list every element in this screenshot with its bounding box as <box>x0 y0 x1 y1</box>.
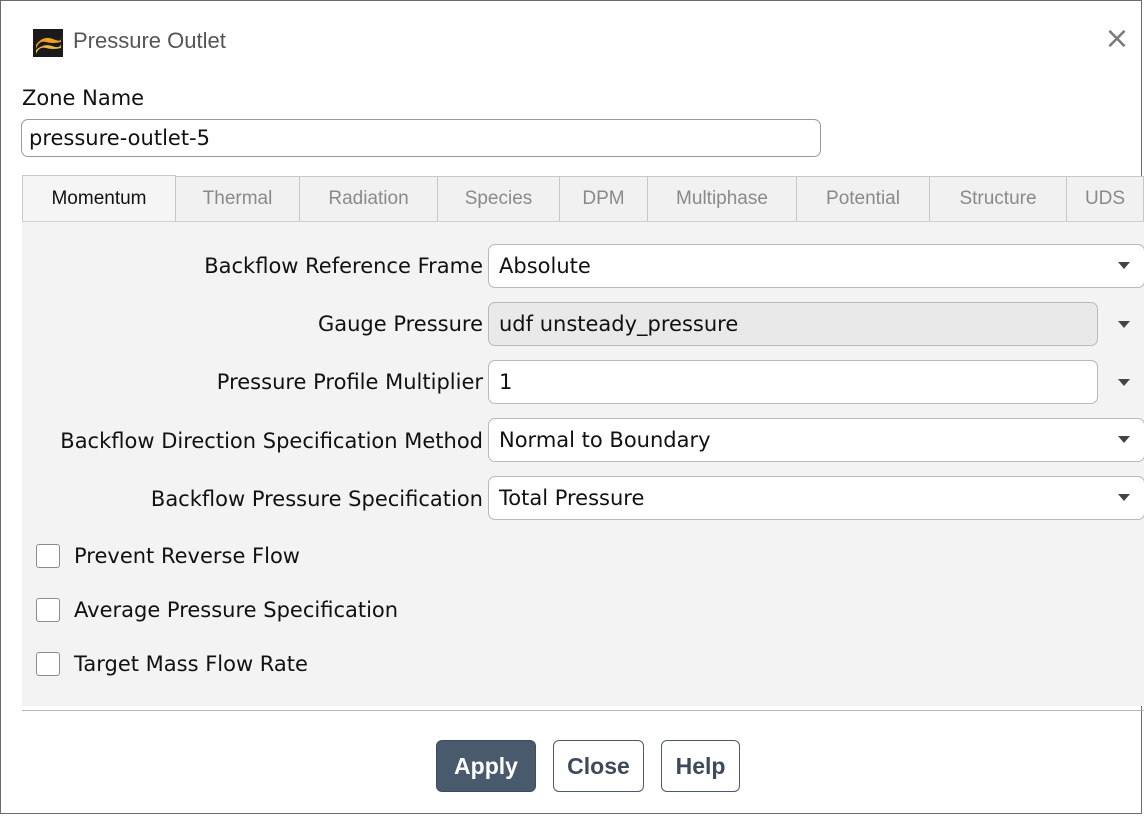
close-button[interactable]: Close <box>553 740 644 792</box>
backflow-direction-method-label: Backflow Direction Specification Method <box>60 429 483 453</box>
momentum-panel: Backflow Reference Frame Absolute Gauge … <box>22 221 1144 706</box>
average-pressure-specification-checkbox[interactable]: Average Pressure Specification <box>36 598 398 622</box>
tab-label: Radiation <box>328 188 409 209</box>
tab-label: DPM <box>582 188 625 209</box>
pressure-profile-multiplier-dropdown-icon[interactable] <box>1118 379 1130 386</box>
tab-potential[interactable]: Potential <box>797 176 930 221</box>
tab-label: Potential <box>826 188 900 209</box>
backflow-reference-frame-select[interactable]: Absolute <box>488 244 1144 288</box>
target-mass-flow-rate-label: Target Mass Flow Rate <box>74 652 308 676</box>
backflow-reference-frame-label: Backflow Reference Frame <box>204 254 483 278</box>
average-pressure-specification-label: Average Pressure Specification <box>74 598 399 622</box>
tab-label: Multiphase <box>676 188 768 209</box>
gauge-pressure-dropdown-icon[interactable] <box>1118 321 1130 328</box>
close-window-icon[interactable]: × <box>1103 24 1131 54</box>
prevent-reverse-flow-label: Prevent Reverse Flow <box>74 544 300 568</box>
gauge-pressure-field: udf unsteady_pressure <box>488 302 1098 346</box>
tab-label: Thermal <box>202 188 273 209</box>
title-bar: Pressure Outlet × <box>1 1 1141 81</box>
ansys-fluent-logo-icon <box>33 29 63 57</box>
tab-thermal[interactable]: Thermal <box>176 176 300 221</box>
tab-label: UDS <box>1084 188 1126 209</box>
backflow-pressure-spec-label: Backflow Pressure Specification <box>150 487 483 511</box>
backflow-direction-method-value: Normal to Boundary <box>499 428 711 452</box>
tab-multiphase[interactable]: Multiphase <box>648 176 797 221</box>
tab-species[interactable]: Species <box>438 176 560 221</box>
checkbox-box[interactable] <box>36 544 60 568</box>
help-button[interactable]: Help <box>661 740 740 792</box>
tab-label: Structure <box>959 188 1037 209</box>
chevron-down-icon <box>1118 436 1130 443</box>
pressure-outlet-dialog: Pressure Outlet × Zone Name Momentum The… <box>0 0 1144 814</box>
tab-uds[interactable]: UDS <box>1067 176 1144 221</box>
prevent-reverse-flow-checkbox[interactable]: Prevent Reverse Flow <box>36 544 300 568</box>
tab-dpm[interactable]: DPM <box>560 176 648 221</box>
zone-name-input[interactable] <box>21 119 821 157</box>
tab-bar: Momentum Thermal Radiation Species DPM M… <box>22 175 1144 221</box>
chevron-down-icon <box>1118 494 1130 501</box>
backflow-direction-method-select[interactable]: Normal to Boundary <box>488 418 1144 462</box>
tab-structure[interactable]: Structure <box>930 176 1067 221</box>
window-title: Pressure Outlet <box>73 28 226 53</box>
apply-button[interactable]: Apply <box>436 740 536 792</box>
pressure-profile-multiplier-value: 1 <box>499 370 513 394</box>
tab-momentum[interactable]: Momentum <box>22 175 176 221</box>
zone-name-label: Zone Name <box>22 86 145 110</box>
backflow-pressure-spec-value: Total Pressure <box>499 486 645 510</box>
checkbox-box[interactable] <box>36 598 60 622</box>
chevron-down-icon <box>1118 262 1130 269</box>
footer-divider <box>22 710 1144 711</box>
target-mass-flow-rate-checkbox[interactable]: Target Mass Flow Rate <box>36 652 308 676</box>
backflow-pressure-spec-select[interactable]: Total Pressure <box>488 476 1144 520</box>
pressure-profile-multiplier-input[interactable]: 1 <box>488 360 1098 404</box>
backflow-reference-frame-value: Absolute <box>499 254 591 278</box>
gauge-pressure-value: udf unsteady_pressure <box>499 312 739 336</box>
tab-label: Momentum <box>51 187 147 209</box>
gauge-pressure-label: Gauge Pressure <box>317 312 483 336</box>
tab-radiation[interactable]: Radiation <box>300 176 438 221</box>
checkbox-box[interactable] <box>36 652 60 676</box>
pressure-profile-multiplier-label: Pressure Profile Multiplier <box>216 370 483 394</box>
tab-label: Species <box>464 188 533 209</box>
